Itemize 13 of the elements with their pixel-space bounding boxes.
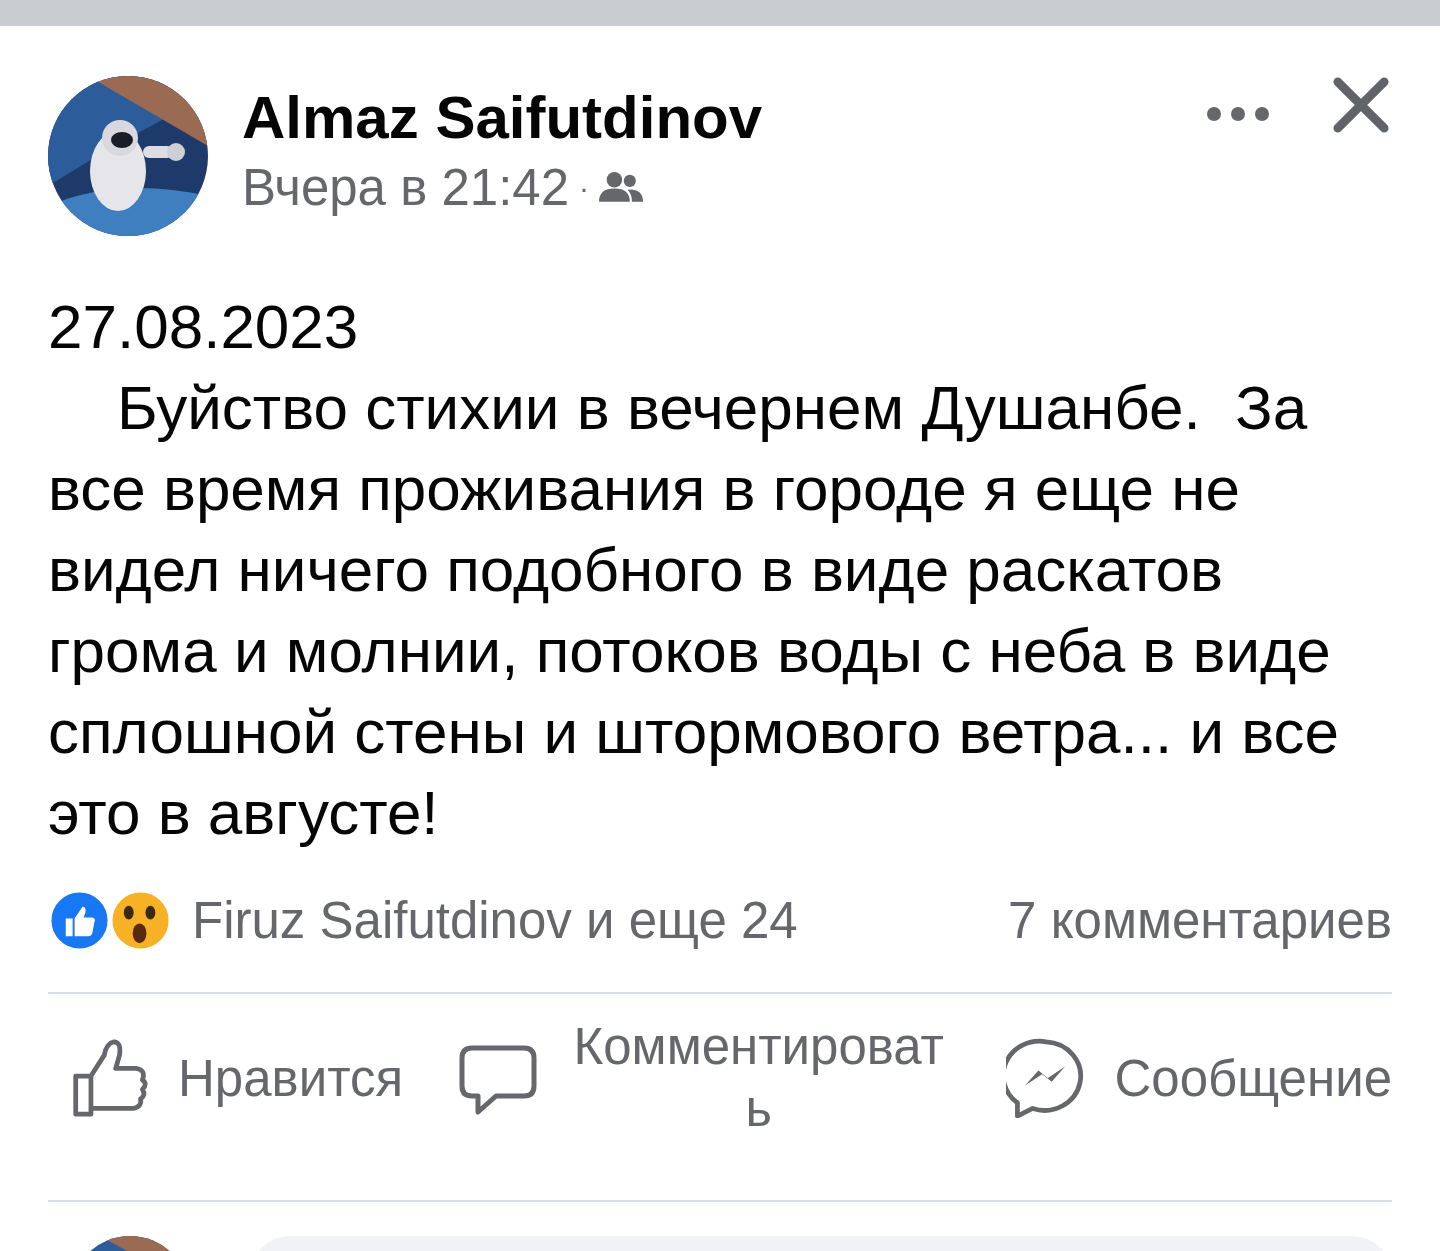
comment-count[interactable]: 7 комментариев xyxy=(1008,891,1392,950)
people-icon xyxy=(599,171,644,204)
thumbs-up-icon xyxy=(70,1038,150,1118)
reactions-summary[interactable]: Firuz Saifutdinov и еще 24 xyxy=(192,891,1009,950)
close-icon[interactable] xyxy=(1332,76,1390,134)
author-name[interactable]: Almaz Saifutdinov xyxy=(242,86,1206,150)
post-text: 27.08.2023 Буйство стихии в вечернем Душанбе. За все время проживания в городе я еще не видел ничего подобного в виде раскатов грома и молнии, потоков воды с неба в виде сплошной стены и штормового ветра... и все это в августе! xyxy=(47,291,1340,849)
post-time[interactable]: Вчера в 21:42 xyxy=(242,158,570,217)
comment-button[interactable]: Комментировать xyxy=(458,1016,952,1140)
more-icon[interactable] xyxy=(1206,106,1270,122)
message-button[interactable]: Сообщение xyxy=(1006,1038,1392,1118)
like-button[interactable]: Нравится xyxy=(70,1038,404,1118)
separator: · xyxy=(579,170,590,205)
